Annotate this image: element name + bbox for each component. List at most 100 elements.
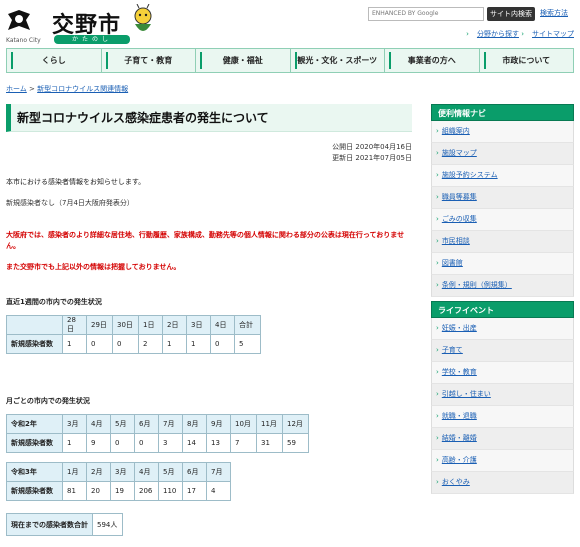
logo-kana: かたのし <box>54 35 130 44</box>
breadcrumb-home[interactable]: ホーム <box>6 85 27 93</box>
sidebar-item-shisetsu-map[interactable]: › 施設マップ <box>431 143 574 165</box>
table-header-cell: 4日 <box>210 315 235 335</box>
sidebar-link[interactable]: 条例・規則（例規集） <box>442 281 512 289</box>
breadcrumb-current[interactable]: 新型コロナウイルス関連情報 <box>37 85 128 93</box>
sidebar-navi-list: › 組織案内 › 施設マップ › 施設予約システム › 職員等募集 › ごみの収集 › 市民… <box>431 121 574 297</box>
total-label: 現在までの感染者数合計 <box>6 513 93 536</box>
table-cell: 206 <box>134 481 159 501</box>
table-row: 新規感染者数 1 9 0 0 3 14 13 7 31 59 <box>6 433 309 453</box>
search-input[interactable]: ENHANCED BY Google <box>368 7 484 21</box>
site-header: 交野市 Katano City かたのし ENHANCED BY Google … <box>0 0 580 46</box>
sidebar-life-events: ライフイベント › 妊娠・出産 › 子育て › 学校・教育 › 引越し・住まい › 就職・… <box>431 301 574 494</box>
sidebar-link[interactable]: 高齢・介護 <box>442 456 477 464</box>
nav-kosodate[interactable]: 子育て・教育 <box>100 49 196 72</box>
table-header-cell: 6月 <box>134 414 159 434</box>
table-cell: 20 <box>86 481 111 501</box>
table-header-cell: 11月 <box>256 414 283 434</box>
sidebar-link[interactable]: 図書館 <box>442 259 463 267</box>
sidebar-life-title: ライフイベント <box>431 301 574 318</box>
category-search-link[interactable]: 分野から探す <box>477 30 519 38</box>
table-cell: 1 <box>186 334 211 354</box>
table-cell: 5 <box>234 334 261 354</box>
monthly-heading: 月ごとの市内での発生状況 <box>6 397 90 405</box>
arrow-right-icon: › <box>436 478 439 486</box>
arrow-right-icon: › <box>436 346 439 354</box>
table-cell: 0 <box>112 334 139 354</box>
sidebar-item-okuyami[interactable]: › おくやみ <box>431 472 574 494</box>
city-emblem-icon <box>8 10 30 30</box>
sidebar-item-hikkoshi[interactable]: › 引越し・住まい <box>431 384 574 406</box>
sidebar-item-toshokan[interactable]: › 図書館 <box>431 253 574 275</box>
sidebar-item-soshiki[interactable]: › 組織案内 <box>431 121 574 143</box>
sidebar-item-jorei[interactable]: › 条例・規則（例規集） <box>431 275 574 297</box>
site-search-button[interactable]: サイト内検索 <box>487 7 535 21</box>
sidebar-link[interactable]: 組織案内 <box>442 127 470 135</box>
sidebar-item-soudan[interactable]: › 市民相談 <box>431 231 574 253</box>
monthly-2020-table: 令和2年 3月 4月 5月 6月 7月 8月 9月 10月 11月 12月 新規… <box>6 414 309 453</box>
sidebar-item-yoyaku[interactable]: › 施設予約システム <box>431 165 574 187</box>
privacy-notice: 大阪府では、感染者のより詳細な居住地、行動履歴、家族構成、勤務先等の個人情報に関… <box>6 231 405 250</box>
sidebar-link[interactable]: 妊娠・出産 <box>442 324 477 332</box>
sidebar-link[interactable]: ごみの収集 <box>442 215 477 223</box>
sidebar-link[interactable]: 引越し・住まい <box>442 390 491 398</box>
table-header-cell: 4月 <box>86 414 111 434</box>
table-row: 新規感染者数 81 20 19 206 110 17 4 <box>6 481 231 501</box>
sidebar-link[interactable]: 就職・退職 <box>442 412 477 420</box>
table-cell: 1 <box>62 334 87 354</box>
arrow-right-icon: › <box>436 412 439 420</box>
sidebar-link[interactable]: 子育て <box>442 346 463 354</box>
table-cell: 3 <box>158 433 183 453</box>
table-header-cell: 4月 <box>134 462 159 482</box>
sidebar-link[interactable]: 施設マップ <box>442 149 477 157</box>
sidebar-item-kekkon[interactable]: › 結婚・離婚 <box>431 428 574 450</box>
arrow-right-icon: › <box>436 434 439 442</box>
table-row: 28日 29日 30日 1日 2日 3日 4日 合計 <box>6 315 261 335</box>
breadcrumb-separator: > <box>29 85 35 93</box>
sidebar-link[interactable]: 職員等募集 <box>442 193 477 201</box>
sidebar-item-boshu[interactable]: › 職員等募集 <box>431 187 574 209</box>
sitemap-link[interactable]: サイトマップ <box>532 30 574 38</box>
sidebar-navi: 便利情報ナビ › 組織案内 › 施設マップ › 施設予約システム › 職員等募集 › ごみ… <box>431 104 574 297</box>
arrow-right-icon: › <box>466 30 469 38</box>
table-header-cell: 1月 <box>62 462 87 482</box>
mascot-icon <box>134 4 152 31</box>
sidebar-item-ninshin[interactable]: › 妊娠・出産 <box>431 318 574 340</box>
nav-jigyosha[interactable]: 事業者の方へ <box>384 49 479 72</box>
monthly-2021-table: 令和3年 1月 2月 3月 4月 5月 6月 7月 新規感染者数 81 20 1… <box>6 462 231 501</box>
table-row: 現在までの感染者数合計 594人 <box>6 513 123 536</box>
global-nav: くらし 子育て・教育 健康・福祉 観光・文化・スポーツ 事業者の方へ 市政につい… <box>6 48 574 73</box>
sidebar-item-gakko[interactable]: › 学校・教育 <box>431 362 574 384</box>
table-header-cell: 8月 <box>182 414 207 434</box>
table-row: 新規感染者数 1 0 0 2 1 1 0 5 <box>6 334 261 354</box>
table-cell: 1 <box>62 433 87 453</box>
arrow-right-icon: › <box>436 324 439 332</box>
table-header-cell: 合計 <box>234 315 261 335</box>
year-label: 令和3年 <box>6 462 63 482</box>
table-header-cell: 3月 <box>62 414 87 434</box>
table-cell: 0 <box>110 433 135 453</box>
sidebar-item-shushoku[interactable]: › 就職・退職 <box>431 406 574 428</box>
arrow-right-icon: › <box>436 237 439 245</box>
nav-shisei[interactable]: 市政について <box>478 49 574 72</box>
sidebar-item-kosodate[interactable]: › 子育て <box>431 340 574 362</box>
nav-kenko[interactable]: 健康・福祉 <box>195 49 290 72</box>
table-cell: 1 <box>162 334 187 354</box>
sidebar-link[interactable]: 施設予約システム <box>442 171 498 179</box>
table-cell: 7 <box>230 433 257 453</box>
nav-kurashi[interactable]: くらし <box>7 49 101 72</box>
sidebar-link[interactable]: 結婚・離婚 <box>442 434 477 442</box>
nav-kanko[interactable]: 観光・文化・スポーツ <box>289 49 385 72</box>
arrow-right-icon: › <box>436 215 439 223</box>
table-cell: 59 <box>282 433 309 453</box>
search-help-link[interactable]: 検索方法 <box>540 8 568 18</box>
table-header-cell: 10月 <box>230 414 257 434</box>
sidebar-item-gomi[interactable]: › ごみの収集 <box>431 209 574 231</box>
sidebar-link[interactable]: 市民相談 <box>442 237 470 245</box>
table-cell: 17 <box>182 481 207 501</box>
sidebar-link[interactable]: 学校・教育 <box>442 368 477 376</box>
table-header-cell: 30日 <box>112 315 139 335</box>
sidebar-item-korei[interactable]: › 高齢・介護 <box>431 450 574 472</box>
sidebar-link[interactable]: おくやみ <box>442 478 470 486</box>
table-cell: 31 <box>256 433 283 453</box>
arrow-right-icon: › <box>436 127 439 135</box>
